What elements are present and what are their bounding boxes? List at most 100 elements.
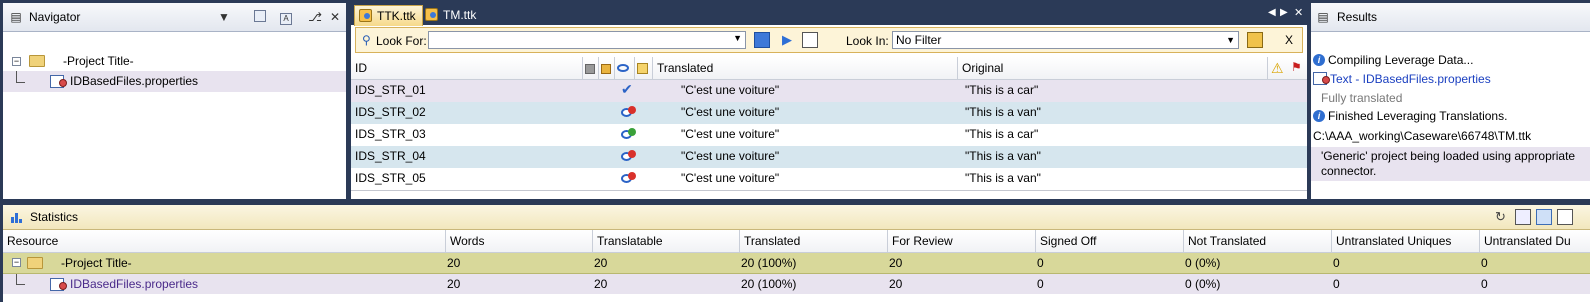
columns-icon[interactable]	[253, 10, 267, 24]
collapse-icon[interactable]: −	[12, 57, 21, 66]
chevron-down-icon[interactable]: ▼	[1226, 32, 1235, 48]
column-lock[interactable]	[583, 57, 599, 79]
close-search-button[interactable]: X	[1285, 33, 1293, 47]
search-options-icon[interactable]	[1247, 32, 1263, 48]
column-note[interactable]	[635, 57, 653, 79]
column-resource[interactable]: Resource	[3, 230, 446, 252]
tree-item-label: -Project Title-	[63, 54, 134, 68]
look-in-select[interactable]: No Filter ▼	[892, 31, 1239, 49]
tree-item-label: IDBasedFiles.properties	[70, 74, 199, 88]
column-translated[interactable]: Translated	[740, 230, 888, 252]
translated-cell: 20 (100%)	[741, 256, 797, 270]
translated-cell[interactable]: "C'est une voiture"	[681, 124, 779, 145]
filter-icon[interactable]: ▼	[217, 10, 231, 24]
grid-view-icon[interactable]	[1536, 209, 1552, 225]
tree-item-project[interactable]: − -Project Title-	[3, 51, 346, 72]
result-line[interactable]: Text - IDBasedFiles.properties	[1311, 70, 1590, 88]
table-row[interactable]: IDS_STR_02 "C'est une voiture" "This is …	[351, 102, 1307, 125]
search-icon: ⚲	[362, 33, 371, 47]
look-for-input[interactable]: ▼	[428, 31, 746, 49]
warning-icon[interactable]: ⚠	[1271, 60, 1284, 77]
column-id[interactable]: ID	[351, 57, 583, 79]
not-validated-icon	[621, 106, 636, 119]
find-in-files-icon[interactable]	[754, 32, 770, 48]
untranslated-uniques-cell: 0	[1333, 256, 1340, 270]
tab-ttk[interactable]: TTK.ttk	[354, 5, 423, 26]
folder-icon	[29, 55, 45, 67]
tree-item-file[interactable]: IDBasedFiles.properties	[3, 71, 346, 92]
column-not-translated[interactable]: Not Translated	[1184, 230, 1332, 252]
column-signed-off[interactable]: Signed Off	[1036, 230, 1184, 252]
translated-cell[interactable]: "C'est une voiture"	[681, 168, 779, 189]
result-line[interactable]: i Finished Leveraging Translations.	[1311, 107, 1590, 125]
table-row[interactable]: IDBasedFiles.properties 20 20 20 (100%) …	[3, 274, 1590, 294]
signed-off-cell: 0	[1037, 277, 1044, 291]
tab-strip: TTK.ttk TM.ttk ◀ ▶ ✕	[351, 3, 1307, 26]
tab-tm[interactable]: TM.ttk	[421, 5, 482, 25]
refresh-icon[interactable]: ↻	[1495, 209, 1506, 225]
column-words[interactable]: Words	[446, 230, 593, 252]
table-row[interactable]: IDS_STR_05 "C'est une voiture" "This is …	[351, 168, 1307, 191]
collapse-icon[interactable]: −	[12, 258, 21, 267]
window-icon[interactable]	[802, 32, 818, 48]
words-cell: 20	[447, 256, 461, 270]
result-message[interactable]: 'Generic' project being loaded using app…	[1311, 147, 1590, 181]
scroll-tabs-left-icon[interactable]: ◀	[1268, 7, 1276, 18]
column-translated[interactable]: Translated	[653, 57, 958, 79]
export-icon[interactable]	[1557, 209, 1573, 225]
result-line[interactable]: i Compiling Leverage Data...	[1311, 51, 1590, 69]
properties-file-icon	[50, 278, 67, 291]
properties-file-icon	[50, 75, 67, 88]
table-row[interactable]: IDS_STR_04 "C'est une voiture" "This is …	[351, 146, 1307, 169]
flag-icon[interactable]: ⚑	[1291, 60, 1302, 74]
note-icon	[637, 63, 648, 74]
leveraged-icon	[621, 128, 636, 141]
lock-icon	[585, 64, 595, 74]
translated-cell[interactable]: "C'est une voiture"	[681, 80, 779, 101]
close-icon[interactable]: ✕	[328, 10, 342, 24]
result-link[interactable]: Text - IDBasedFiles.properties	[1330, 70, 1491, 88]
copy-icon[interactable]	[1515, 209, 1531, 225]
table-row[interactable]: IDS_STR_03 "C'est une voiture" "This is …	[351, 124, 1307, 147]
search-bar: ⚲ Look For: ▼ ▶ Look In: No Filter ▼ X	[355, 27, 1303, 53]
resource-cell[interactable]: IDBasedFiles.properties	[70, 274, 198, 294]
navigator-tree: − -Project Title- IDBasedFiles.propertie…	[3, 51, 346, 111]
column-original[interactable]: Original	[958, 57, 1268, 79]
signed-off-cell: 0	[1037, 256, 1044, 270]
scroll-tabs-right-icon[interactable]: ▶	[1280, 7, 1288, 18]
column-untranslated-uniques[interactable]: Untranslated Uniques	[1332, 230, 1480, 252]
table-row[interactable]: IDS_STR_01 ✔ "C'est une voiture" "This i…	[351, 80, 1307, 103]
for-review-cell: 20	[889, 256, 903, 270]
info-icon: i	[1313, 110, 1325, 122]
close-tab-icon[interactable]: ✕	[1294, 6, 1303, 19]
text-view-icon[interactable]: A	[279, 10, 293, 25]
column-review[interactable]	[615, 57, 635, 79]
chevron-down-icon[interactable]: ▼	[733, 33, 742, 43]
original-cell: "This is a van"	[965, 171, 1041, 185]
pin-icon[interactable]: ⎇	[308, 10, 322, 24]
untranslated-duplicates-cell: 0	[1481, 277, 1488, 291]
original-cell: "This is a van"	[965, 105, 1041, 119]
translated-cell[interactable]: "C'est une voiture"	[681, 102, 779, 123]
column-lock-2[interactable]	[599, 57, 615, 79]
navigator-icon: ▤	[10, 10, 22, 24]
column-for-review[interactable]: For Review	[888, 230, 1036, 252]
table-row[interactable]: − -Project Title- 20 20 20 (100%) 20 0 0…	[3, 253, 1590, 274]
id-cell: IDS_STR_03	[355, 127, 426, 141]
translated-cell[interactable]: "C'est une voiture"	[681, 146, 779, 167]
result-text: connector.	[1321, 164, 1377, 178]
statistics-header: Resource Words Translatable Translated F…	[3, 230, 1590, 253]
statistics-title: Statistics	[30, 210, 79, 224]
look-in-label: Look In:	[846, 34, 889, 48]
column-translatable[interactable]: Translatable	[593, 230, 740, 252]
play-icon[interactable]: ▶	[782, 32, 792, 48]
navigator-title: Navigator	[29, 10, 81, 24]
original-cell: "This is a car"	[965, 83, 1039, 97]
result-line[interactable]: C:\AAA_working\Caseware\66748\TM.ttk	[1311, 127, 1590, 145]
eye-icon	[617, 64, 629, 72]
column-untranslated-duplicates[interactable]: Untranslated Du	[1480, 230, 1590, 252]
tree-line	[16, 274, 25, 285]
editor-pane: TTK.ttk TM.ttk ◀ ▶ ✕ ⚲ Look For: ▼ ▶ Loo…	[351, 3, 1307, 199]
resource-cell: -Project Title-	[61, 256, 132, 270]
lock-icon	[601, 64, 611, 74]
